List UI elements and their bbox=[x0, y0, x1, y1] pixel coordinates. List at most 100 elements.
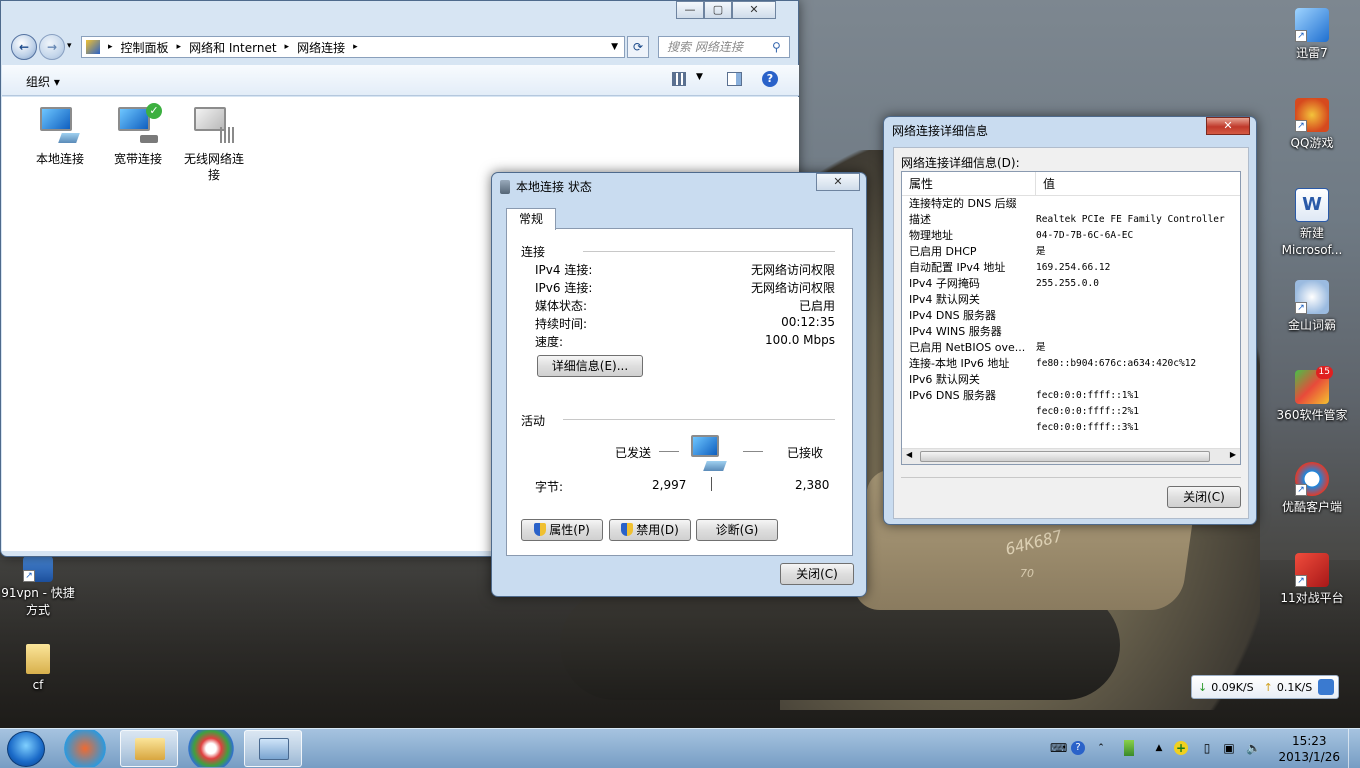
360-software-manager-icon: 15 bbox=[1295, 366, 1333, 404]
details-row[interactable]: IPv6 默认网关 bbox=[902, 372, 1240, 388]
navigation-bar: ← → ▾ ▸ 控制面板 ▸ 网络和 Internet ▸ 网络连接 ▸ ▼ ⟳… bbox=[1, 31, 800, 63]
connection-item-wireless[interactable]: 无线网络连接 bbox=[174, 105, 254, 183]
scroll-right-icon[interactable]: ▶ bbox=[1230, 450, 1236, 459]
details-row[interactable]: 自动配置 IPv4 地址 169.254.66.12 bbox=[902, 260, 1240, 276]
clock-time: 15:23 bbox=[1291, 734, 1327, 748]
scrollbar-thumb[interactable] bbox=[920, 451, 1210, 462]
taskbar-network-connections-button[interactable] bbox=[244, 730, 302, 767]
qq-game-icon: ↗ bbox=[1295, 98, 1329, 132]
minimize-button[interactable]: — bbox=[676, 1, 704, 19]
desktop-icon-cf[interactable]: cf bbox=[0, 644, 76, 694]
details-list[interactable]: 属性 值 连接特定的 DNS 后缀 描述 Realtek PCIe FE Fami… bbox=[901, 171, 1241, 465]
details-row[interactable]: 连接特定的 DNS 后缀 bbox=[902, 196, 1240, 212]
column-header-value[interactable]: 值 bbox=[1036, 172, 1055, 195]
address-bar[interactable]: ▸ 控制面板 ▸ 网络和 Internet ▸ 网络连接 ▸ ▼ bbox=[81, 36, 625, 58]
breadcrumb-control-panel[interactable]: 控制面板 bbox=[121, 39, 169, 56]
ipv6-connectivity-row: IPv6 连接: 无网络访问权限 bbox=[535, 281, 835, 295]
details-row[interactable]: 描述 Realtek PCIe FE Family Controller bbox=[902, 212, 1240, 228]
help-icon[interactable]: ? bbox=[762, 71, 778, 87]
start-button[interactable] bbox=[7, 731, 45, 767]
battery-icon[interactable] bbox=[1124, 740, 1134, 756]
speed-widget-icon[interactable] bbox=[1318, 679, 1334, 695]
network-speed-widget[interactable]: ↓ 0.09K/S ↑ 0.1K/S bbox=[1191, 675, 1339, 699]
tab-general[interactable]: 常规 bbox=[506, 208, 556, 230]
breadcrumb-network-connections[interactable]: 网络连接 bbox=[297, 39, 345, 56]
desktop-icon-word-document[interactable]: W 新建 Microsof... bbox=[1274, 188, 1350, 259]
desktop-icon-qq-game[interactable]: ↗ QQ游戏 bbox=[1274, 98, 1350, 152]
scroll-left-icon[interactable]: ◀ bbox=[906, 450, 912, 459]
search-icon[interactable]: ⚲ bbox=[772, 40, 781, 54]
change-view-icon[interactable] bbox=[672, 72, 686, 86]
volume-icon[interactable]: 🔈 bbox=[1246, 741, 1261, 755]
360-tray-icon[interactable]: + bbox=[1174, 741, 1188, 755]
tray-expand-icon[interactable]: ⌃ bbox=[1094, 741, 1108, 755]
details-row[interactable]: 已启用 NetBIOS ove... 是 bbox=[902, 340, 1240, 356]
details-row[interactable]: IPv4 DNS 服务器 bbox=[902, 308, 1240, 324]
back-button[interactable]: ← bbox=[11, 34, 37, 60]
close-dialog-button[interactable]: 关闭(C) bbox=[780, 563, 854, 585]
details-button[interactable]: 详细信息(E)... bbox=[537, 355, 643, 377]
view-options-chevron-icon[interactable]: ▼ bbox=[696, 72, 703, 82]
wallpaper-tank-number: 70 bbox=[1020, 567, 1034, 580]
properties-button[interactable]: 属性(P) bbox=[521, 519, 603, 541]
close-button[interactable]: ✕ bbox=[816, 173, 860, 191]
close-dialog-button[interactable]: 关闭(C) bbox=[1167, 486, 1241, 508]
details-row[interactable]: IPv4 WINS 服务器 bbox=[902, 324, 1240, 340]
show-desktop-button[interactable] bbox=[1348, 729, 1360, 768]
connection-item-local[interactable]: 本地连接 bbox=[20, 105, 100, 167]
desktop-icon-youku[interactable]: ↗ 优酷客户端 bbox=[1274, 462, 1350, 516]
details-row[interactable]: 物理地址 04-7D-7B-6C-6A-EC bbox=[902, 228, 1240, 244]
connected-check-icon: ✓ bbox=[146, 103, 162, 119]
maximize-button[interactable]: ▢ bbox=[704, 1, 732, 19]
device-tray-icon[interactable]: ▯ bbox=[1200, 741, 1214, 755]
help-tray-icon[interactable]: ? bbox=[1071, 741, 1085, 755]
taskbar: ⌨ ? ⌃ ▲ + ▯ ▣ 🔈 15:23 2013/1/26 bbox=[0, 728, 1360, 768]
connection-item-broadband[interactable]: ✓ 宽带连接 bbox=[98, 103, 178, 167]
recent-pages-chevron-icon[interactable]: ▾ bbox=[67, 41, 72, 51]
address-dropdown-icon[interactable]: ▼ bbox=[611, 42, 618, 52]
preview-pane-icon[interactable] bbox=[727, 72, 742, 86]
dialog-title-bar: 网络连接详细信息 bbox=[884, 117, 1256, 145]
details-row[interactable]: fec0:0:0:ffff::2%1 bbox=[902, 404, 1240, 420]
desktop-icon-360[interactable]: 15 360软件管家 bbox=[1274, 366, 1350, 424]
keyboard-icon[interactable]: ⌨ bbox=[1050, 741, 1067, 755]
taskbar-media-player-icon[interactable] bbox=[182, 730, 240, 767]
diagnose-button[interactable]: 诊断(G) bbox=[696, 519, 778, 541]
details-row[interactable]: IPv4 默认网关 bbox=[902, 292, 1240, 308]
desktop-icon-xunlei[interactable]: ↗ 迅雷7 bbox=[1274, 8, 1350, 62]
details-row[interactable]: 连接-本地 IPv6 地址 fe80::b904:676c:a634:420c%1… bbox=[902, 356, 1240, 372]
system-clock[interactable]: 15:23 2013/1/26 bbox=[1278, 733, 1340, 765]
network-control-panel-icon bbox=[259, 738, 289, 760]
sent-label: 已发送 bbox=[615, 446, 652, 460]
details-row[interactable]: 已启用 DHCP 是 bbox=[902, 244, 1240, 260]
refresh-icon[interactable]: ⟳ bbox=[627, 36, 649, 58]
desktop-icon-11-platform[interactable]: ↗ 11对战平台 bbox=[1274, 553, 1350, 607]
search-input[interactable]: 搜索 网络连接 bbox=[658, 36, 790, 58]
disable-button[interactable]: 禁用(D) bbox=[609, 519, 691, 541]
command-bar: 组织 ▾ ▼ ? bbox=[2, 65, 799, 96]
column-header-property[interactable]: 属性 bbox=[902, 172, 1036, 195]
breadcrumb-network-internet[interactable]: 网络和 Internet bbox=[189, 39, 276, 56]
desktop-icon-kingsoft[interactable]: ↗ 金山词霸 bbox=[1274, 280, 1350, 334]
taskbar-app-360-icon[interactable] bbox=[56, 730, 114, 767]
folder-icon bbox=[26, 644, 50, 674]
organize-button[interactable]: 组织 ▾ bbox=[26, 73, 60, 90]
duration-row: 持续时间: 00:12:35 bbox=[535, 315, 835, 331]
taskbar-explorer-button[interactable] bbox=[120, 730, 178, 767]
horizontal-scrollbar[interactable]: ◀ ▶ bbox=[902, 448, 1240, 464]
close-button[interactable]: ✕ bbox=[732, 1, 776, 19]
received-label: 已接收 bbox=[787, 446, 824, 460]
breadcrumb-separator-icon: ▸ bbox=[353, 42, 358, 52]
details-row[interactable]: IPv6 DNS 服务器 fec0:0:0:ffff::1%1 bbox=[902, 388, 1240, 404]
details-row[interactable]: IPv4 子网掩码 255.255.0.0 bbox=[902, 276, 1240, 292]
network-status-icon[interactable]: ▣ bbox=[1222, 741, 1236, 755]
show-hidden-icons-icon[interactable]: ▲ bbox=[1152, 741, 1166, 755]
clock-date: 2013/1/26 bbox=[1278, 750, 1340, 764]
details-row[interactable]: fec0:0:0:ffff::3%1 bbox=[902, 420, 1240, 436]
explorer-folder-icon bbox=[135, 738, 165, 760]
desktop-icon-91vpn[interactable]: ↗ 91vpn - 快捷方式 bbox=[0, 556, 76, 619]
ipv4-connectivity-row: IPv4 连接: 无网络访问权限 bbox=[535, 263, 835, 277]
forward-button[interactable]: → bbox=[39, 34, 65, 60]
close-button[interactable]: ✕ bbox=[1206, 117, 1250, 135]
control-panel-icon bbox=[86, 40, 100, 54]
